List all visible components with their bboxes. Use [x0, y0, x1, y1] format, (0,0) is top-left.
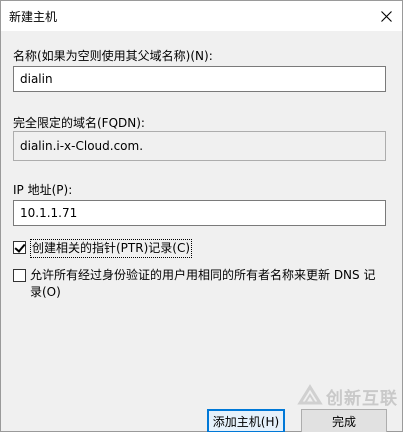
name-label: 名称(如果为空则使用其父域名称)(N): [13, 49, 213, 63]
add-host-button[interactable]: 添加主机(H) [207, 409, 285, 432]
window-title: 新建主机 [9, 10, 58, 24]
create-ptr-option[interactable]: 创建相关的指针(PTR)记录(C) [13, 239, 193, 258]
close-icon [380, 10, 392, 22]
create-ptr-label: 创建相关的指针(PTR)记录(C) [30, 239, 193, 258]
ip-address-label: IP 地址(P): [13, 183, 73, 197]
allow-update-label: 允许所有经过身份验证的用户用相同的所有者名称来更新 DNS 记 录(O) [30, 267, 375, 301]
title-bar: 新建主机 [1, 1, 402, 31]
name-input[interactable]: dialin [13, 66, 386, 92]
ip-address-input[interactable]: 10.1.1.71 [13, 200, 386, 226]
allow-update-option[interactable]: 允许所有经过身份验证的用户用相同的所有者名称来更新 DNS 记 录(O) [13, 267, 375, 301]
brand-logo-icon [297, 384, 323, 405]
fqdn-value: dialin.i-x-Cloud.com. [13, 131, 386, 161]
allow-update-label-line2: 录(O) [30, 285, 61, 299]
watermark: 创新互联 [297, 383, 398, 409]
close-button[interactable] [374, 5, 398, 27]
watermark-text: 创新互联 [326, 388, 398, 409]
allow-update-label-line1: 允许所有经过身份验证的用户用相同的所有者名称来更新 DNS 记 [30, 268, 376, 282]
create-ptr-checkbox[interactable] [13, 241, 26, 254]
done-button[interactable]: 完成 [301, 409, 387, 432]
allow-update-checkbox[interactable] [13, 269, 26, 282]
fqdn-label: 完全限定的域名(FQDN): [13, 116, 145, 130]
new-host-dialog: 新建主机 名称(如果为空则使用其父域名称)(N): dialin 完全限定的域名… [0, 0, 403, 432]
